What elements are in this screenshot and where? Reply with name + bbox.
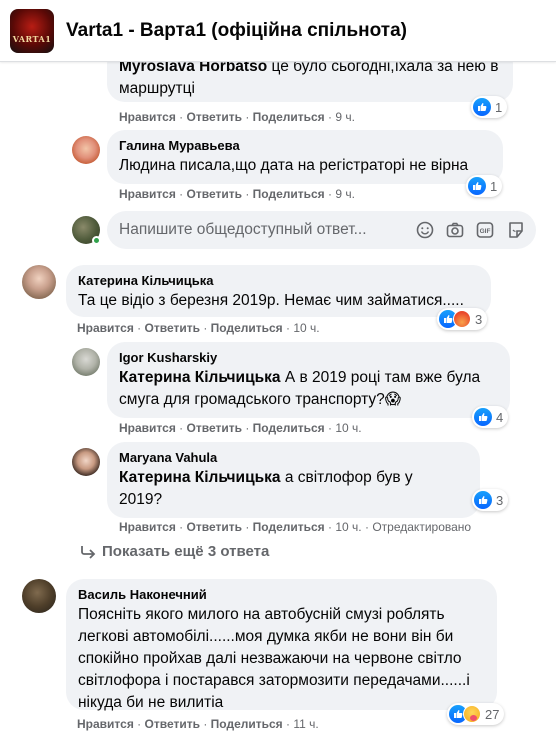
like-link[interactable]: Нравится — [119, 187, 176, 201]
like-icon — [468, 177, 486, 195]
like-link[interactable]: Нравится — [119, 520, 176, 534]
share-link[interactable]: Поделиться — [211, 717, 283, 731]
mention-link[interactable]: Катерина Кільчицька — [119, 369, 281, 386]
like-link[interactable]: Нравится — [77, 321, 134, 335]
comment-actions: Нравится · Ответить · Поделиться · 9 ч. — [119, 187, 355, 201]
mention-link[interactable]: Катерина Кільчицька — [119, 469, 281, 486]
like-link[interactable]: Нравится — [119, 421, 176, 435]
comment-author[interactable]: Василь Наконечний — [78, 587, 485, 602]
gif-icon[interactable]: GIF — [476, 221, 494, 239]
comment-time[interactable]: 10 ч. — [335, 520, 361, 534]
comment-body: Людина писала,що дата на регістраторі не… — [119, 157, 469, 174]
reply-box: GIF — [107, 211, 536, 249]
comment-text: Катерина Кільчицька а світлофор був у 20… — [119, 467, 449, 511]
like-link[interactable]: Нравится — [77, 717, 134, 731]
edited-label: Отредактировано — [372, 520, 472, 534]
reply-input[interactable] — [119, 211, 399, 249]
sticker-icon[interactable] — [507, 221, 525, 239]
comment-actions: Нравится · Ответить · Поделиться · 10 ч. — [119, 421, 362, 435]
reaction-count: 3 — [475, 311, 483, 327]
like-icon — [473, 98, 491, 116]
avatar[interactable] — [72, 448, 100, 476]
comment-text: Myroslava Horbatso це було сьогодні,їхал… — [119, 56, 501, 100]
comment-bubble: Igor Kusharskiy Катерина Кільчицька А в … — [107, 342, 510, 418]
like-icon — [474, 491, 492, 509]
reaction-badge[interactable]: 27 — [447, 703, 505, 725]
comment-actions: Нравится · Ответить · Поделиться · 10 ч.… — [119, 520, 472, 534]
reply-link[interactable]: Ответить — [187, 187, 242, 201]
comment-bubble: Галина Муравьева Людина писала,що дата н… — [107, 130, 503, 184]
comment-actions: Нравится · Ответить · Поделиться · 10 ч. — [77, 321, 320, 335]
like-link[interactable]: Нравится — [119, 110, 176, 124]
reaction-count: 3 — [496, 492, 504, 508]
share-link[interactable]: Поделиться — [253, 421, 325, 435]
comment-time[interactable]: 11 ч. — [293, 717, 318, 731]
reaction-badge[interactable]: 4 — [472, 406, 509, 428]
comment-bubble: Василь Наконечний Поясніть якого милого … — [66, 579, 497, 711]
reaction-count: 4 — [496, 409, 504, 425]
comment-text: Катерина Кільчицька А в 2019 році там вж… — [119, 367, 498, 411]
reaction-badge[interactable]: 1 — [466, 175, 503, 197]
show-more-label: Показать ещё 3 ответа — [102, 543, 270, 560]
comment-bubble: Maryana Vahula Катерина Кільчицька а сві… — [107, 442, 480, 518]
avatar[interactable] — [72, 136, 100, 164]
group-title[interactable]: Varta1 - Варта1 (офіційна спільнота) — [66, 20, 407, 42]
reaction-count: 1 — [495, 99, 503, 115]
reaction-badge[interactable]: 1 — [471, 96, 508, 118]
comment-time[interactable]: 10 ч. — [293, 321, 319, 335]
comment-time[interactable]: 9 ч. — [335, 110, 355, 124]
reaction-count: 27 — [485, 706, 500, 722]
reply-link[interactable]: Ответить — [187, 421, 242, 435]
share-link[interactable]: Поделиться — [211, 321, 283, 335]
share-link[interactable]: Поделиться — [253, 520, 325, 534]
reply-link[interactable]: Ответить — [145, 321, 200, 335]
comment-actions: Нравится · Ответить · Поделиться · 9 ч. — [119, 110, 355, 124]
group-header: VARTA1 Varta1 - Варта1 (офіційна спільно… — [0, 0, 556, 62]
camera-icon[interactable] — [446, 221, 464, 239]
share-link[interactable]: Поделиться — [253, 187, 325, 201]
emoji-icon[interactable] — [416, 221, 434, 239]
comment-author[interactable]: Галина Муравьева — [119, 138, 491, 153]
comment-time[interactable]: 9 ч. — [335, 187, 355, 201]
comment-time[interactable]: 10 ч. — [335, 421, 361, 435]
reaction-count: 1 — [490, 178, 498, 194]
reply-arrow-icon — [81, 545, 96, 559]
avatar[interactable] — [22, 265, 56, 299]
comment-author[interactable]: Maryana Vahula — [119, 450, 468, 465]
avatar[interactable] — [22, 579, 56, 613]
reply-link[interactable]: Ответить — [145, 717, 200, 731]
svg-text:GIF: GIF — [480, 228, 491, 235]
reaction-badge[interactable]: 3 — [437, 308, 488, 330]
comment-body: Поясніть якого милого на автобусній смуз… — [78, 606, 470, 711]
comment-author[interactable]: Igor Kusharskiy — [119, 350, 498, 365]
like-icon — [474, 408, 492, 426]
comment-body: Та це відіо з березня 2019р. Немає чим з… — [78, 292, 464, 309]
group-logo-text: VARTA1 — [12, 33, 52, 44]
reply-link[interactable]: Ответить — [187, 520, 242, 534]
share-link[interactable]: Поделиться — [253, 110, 325, 124]
group-logo[interactable]: VARTA1 — [10, 8, 54, 53]
comment-bubble: Катерина Кільчицька Та це відіо з березн… — [66, 265, 491, 317]
comment-author[interactable]: Катерина Кільчицька — [78, 273, 479, 288]
care-icon — [463, 705, 481, 723]
reply-link[interactable]: Ответить — [187, 110, 242, 124]
online-indicator — [92, 236, 101, 245]
avatar[interactable] — [72, 348, 100, 376]
angry-icon — [453, 310, 471, 328]
comment-actions: Нравится · Ответить · Поделиться · 11 ч. — [77, 717, 319, 731]
show-more-replies[interactable]: Показать ещё 3 ответа — [80, 543, 269, 560]
reaction-badge[interactable]: 3 — [472, 489, 509, 511]
